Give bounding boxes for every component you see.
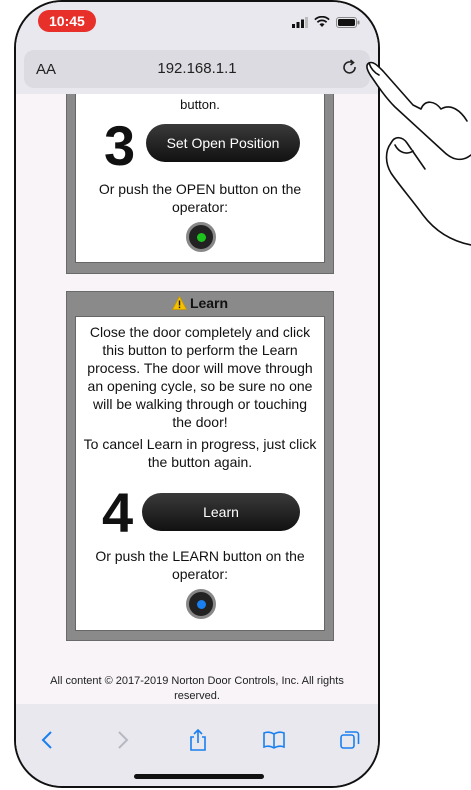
phone-frame: 10:45 AA 192.168.1.1 button. 3 Set Open … (14, 0, 380, 788)
warning-icon (171, 295, 188, 310)
bookmarks-icon[interactable] (262, 728, 286, 752)
copyright-footer: All content © 2017-2019 Norton Door Cont… (50, 675, 344, 702)
learn-cancel-note: To cancel Learn in progress, just click … (83, 436, 317, 470)
step-number-3: 3 (104, 114, 136, 177)
tabs-icon[interactable] (338, 728, 362, 752)
wifi-icon (314, 16, 330, 27)
address-bar: AA 192.168.1.1 (16, 42, 378, 94)
url-field[interactable]: AA 192.168.1.1 (24, 50, 370, 88)
share-icon[interactable] (186, 728, 210, 752)
screen: 10:45 AA 192.168.1.1 button. 3 Set Open … (16, 2, 378, 786)
cut-off-text: button. (180, 97, 220, 112)
step-number-4: 4 (102, 481, 134, 544)
learn-status-led (186, 589, 216, 619)
forward-icon[interactable] (110, 728, 134, 752)
learn-button[interactable]: Learn (142, 493, 300, 531)
browser-toolbar (16, 704, 378, 786)
learn-card-header: Learn (67, 295, 333, 311)
open-status-led (186, 222, 216, 252)
url-text[interactable]: 192.168.1.1 (24, 60, 370, 77)
signal-icon (292, 16, 308, 28)
page-content: button. 3 Set Open Position Or push the … (16, 94, 378, 704)
home-indicator[interactable] (134, 774, 264, 779)
back-icon[interactable] (36, 728, 60, 752)
status-time: 10:45 (38, 10, 96, 32)
open-instruction: Or push the OPEN button on the operator: (98, 181, 302, 215)
learn-description: Close the door completely and click this… (87, 324, 313, 430)
learn-card-body: Close the door completely and click this… (75, 316, 325, 631)
open-position-card: button. 3 Set Open Position Or push the … (66, 94, 334, 274)
learn-card: Learn Close the door completely and clic… (66, 291, 334, 641)
learn-instruction: Or push the LEARN button on the operator… (95, 548, 305, 582)
pointing-hand-illustration (366, 61, 471, 246)
set-open-position-button[interactable]: Set Open Position (146, 124, 300, 162)
status-bar: 10:45 (16, 2, 378, 42)
open-position-card-body: button. 3 Set Open Position Or push the … (75, 94, 325, 263)
battery-icon (336, 16, 360, 28)
learn-title: Learn (189, 295, 229, 311)
status-icons (292, 16, 360, 28)
